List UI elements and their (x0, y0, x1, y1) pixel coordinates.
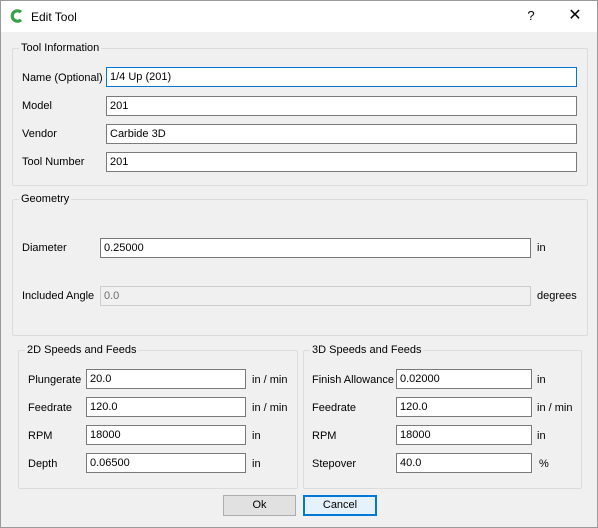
stepover-input[interactable]: 40.0 (396, 453, 532, 473)
vendor-label: Vendor (22, 128, 57, 140)
model-input[interactable]: 201 (106, 96, 577, 116)
name-label: Name (Optional) (22, 72, 103, 84)
speeds-3d-title: 3D Speeds and Feeds (310, 344, 424, 356)
tool-information-title: Tool Information (19, 42, 102, 54)
feedrate-3d-unit: in / min (537, 402, 573, 414)
diameter-label: Diameter (22, 242, 67, 254)
title-bar: Edit Tool ? ✕ (1, 1, 597, 32)
edit-tool-dialog: Edit Tool ? ✕ Tool Information Name (Opt… (0, 0, 598, 528)
depth-unit: in (252, 458, 261, 470)
ok-button[interactable]: Ok (223, 495, 296, 516)
carbide-create-logo-icon (10, 9, 23, 23)
help-button[interactable]: ? (519, 5, 543, 27)
diameter-unit: in (537, 242, 546, 254)
stepover-label: Stepover (312, 458, 357, 470)
name-input[interactable]: 1/4 Up (201) (106, 67, 577, 87)
stepover-unit: % (539, 458, 549, 470)
feedrate-2d-label: Feedrate (28, 402, 73, 414)
rpm-3d-input[interactable]: 18000 (396, 425, 532, 445)
depth-label: Depth (28, 458, 58, 470)
rpm-2d-label: RPM (28, 430, 53, 442)
feedrate-2d-unit: in / min (252, 402, 288, 414)
geometry-title: Geometry (19, 193, 72, 205)
included-angle-input: 0.0 (100, 286, 531, 306)
close-button[interactable]: ✕ (561, 5, 589, 27)
plungerate-input[interactable]: 20.0 (86, 369, 246, 389)
tool-number-label: Tool Number (22, 156, 85, 168)
included-angle-label: Included Angle (22, 290, 95, 302)
speeds-2d-title: 2D Speeds and Feeds (25, 344, 139, 356)
geometry-group (12, 199, 588, 336)
cancel-button[interactable]: Cancel (303, 495, 377, 516)
feedrate-3d-input[interactable]: 120.0 (396, 397, 532, 417)
plungerate-label: Plungerate (28, 374, 82, 386)
rpm-3d-label: RPM (312, 430, 337, 442)
feedrate-3d-label: Feedrate (312, 402, 357, 414)
rpm-3d-unit: in (537, 430, 546, 442)
finish-allowance-label: Finish Allowance (312, 374, 394, 386)
tool-number-input[interactable]: 201 (106, 152, 577, 172)
window-title: Edit Tool (31, 10, 77, 24)
rpm-2d-unit: in (252, 430, 261, 442)
included-angle-unit: degrees (537, 290, 577, 302)
feedrate-2d-input[interactable]: 120.0 (86, 397, 246, 417)
depth-input[interactable]: 0.06500 (86, 453, 246, 473)
rpm-2d-input[interactable]: 18000 (86, 425, 246, 445)
vendor-input[interactable]: Carbide 3D (106, 124, 577, 144)
finish-allowance-input[interactable]: 0.02000 (396, 369, 532, 389)
plungerate-unit: in / min (252, 374, 288, 386)
diameter-input[interactable]: 0.25000 (100, 238, 531, 258)
model-label: Model (22, 100, 52, 112)
finish-allowance-unit: in (537, 374, 546, 386)
